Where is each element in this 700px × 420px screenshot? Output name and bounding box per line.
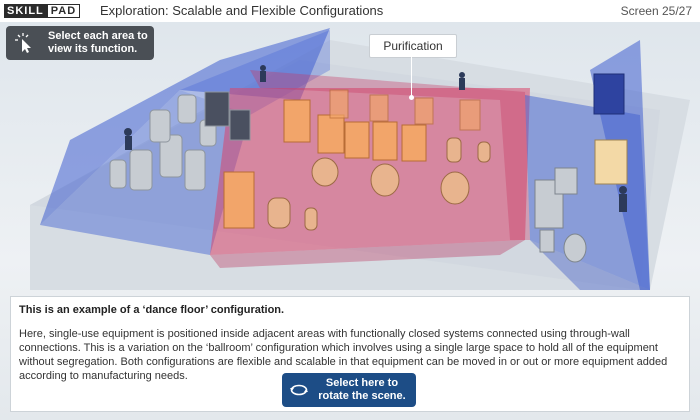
label-anchor-dot [409,95,414,100]
instruction-text: Select each area to view its function. [48,30,148,55]
page-title: Exploration: Scalable and Flexible Confi… [100,3,384,18]
purification-label[interactable]: Purification [369,34,457,58]
rotate-icon [290,384,308,396]
header-bar: SKILL PAD Exploration: Scalable and Flexi… [0,0,700,23]
instruction-tooltip: Select each area to view its function. [6,26,154,60]
skillpad-logo: SKILL PAD [4,4,81,18]
pointer-click-icon [15,33,31,53]
screen-counter: Screen 25/27 [620,4,692,18]
label-leader-line [411,57,412,97]
rotate-button-label: Select here to rotate the scene. [318,377,406,402]
info-heading: This is an example of a ‘dance floor’ co… [19,304,285,316]
rotate-scene-button[interactable]: Select here to rotate the scene. [282,373,416,407]
